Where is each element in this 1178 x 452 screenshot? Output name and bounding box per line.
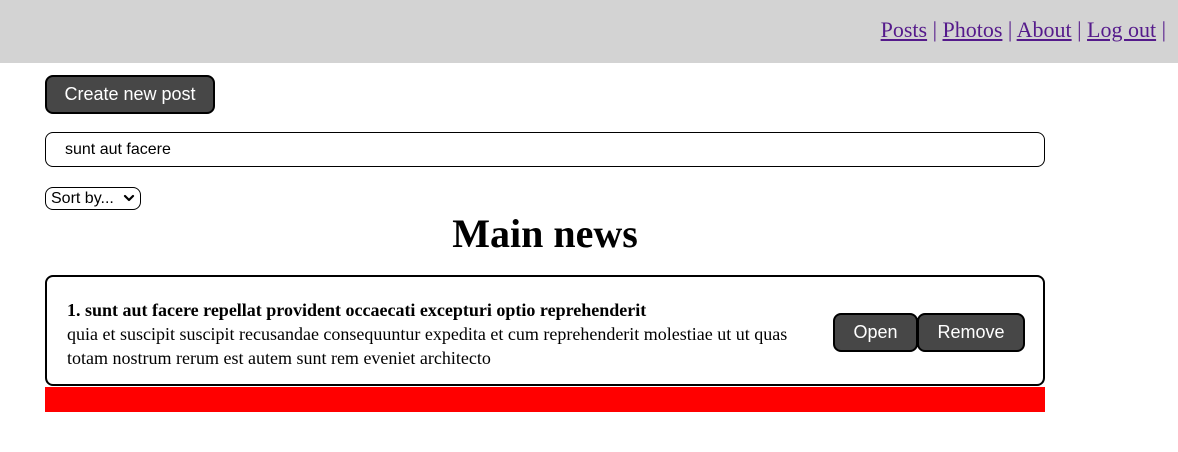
chevron-down-icon [123, 194, 135, 202]
sort-select-value: Sort by... [51, 189, 114, 207]
nav-link-photos[interactable]: Photos [943, 17, 1003, 42]
nav-link-logout[interactable]: Log out [1087, 17, 1156, 42]
open-post-button[interactable]: Open [833, 313, 918, 352]
nav-separator: | [1161, 17, 1166, 42]
nav-separator: | [932, 17, 937, 42]
nav-link-about[interactable]: About [1017, 17, 1072, 42]
post-body: quia et suscipit suscipit recusandae con… [67, 324, 788, 368]
page-title: Main news [452, 211, 638, 256]
post-content: 1. sunt aut facere repellat provident oc… [67, 298, 829, 370]
create-post-button[interactable]: Create new post [45, 75, 215, 114]
post-card: 1. sunt aut facere repellat provident oc… [45, 275, 1045, 386]
remove-post-button[interactable]: Remove [917, 313, 1025, 352]
nav-link-posts[interactable]: Posts [881, 17, 927, 42]
sort-select[interactable]: Sort by... [45, 187, 141, 210]
nav-separator: | [1007, 17, 1013, 42]
search-input[interactable] [45, 132, 1045, 167]
top-navbar: Posts | Photos | About | Log out | [0, 0, 1178, 63]
nav-links: Posts | Photos | About | Log out | [881, 17, 1166, 43]
highlight-bar [45, 387, 1045, 412]
nav-separator: | [1077, 17, 1082, 42]
post-title: 1. sunt aut facere repellat provident oc… [67, 300, 647, 320]
